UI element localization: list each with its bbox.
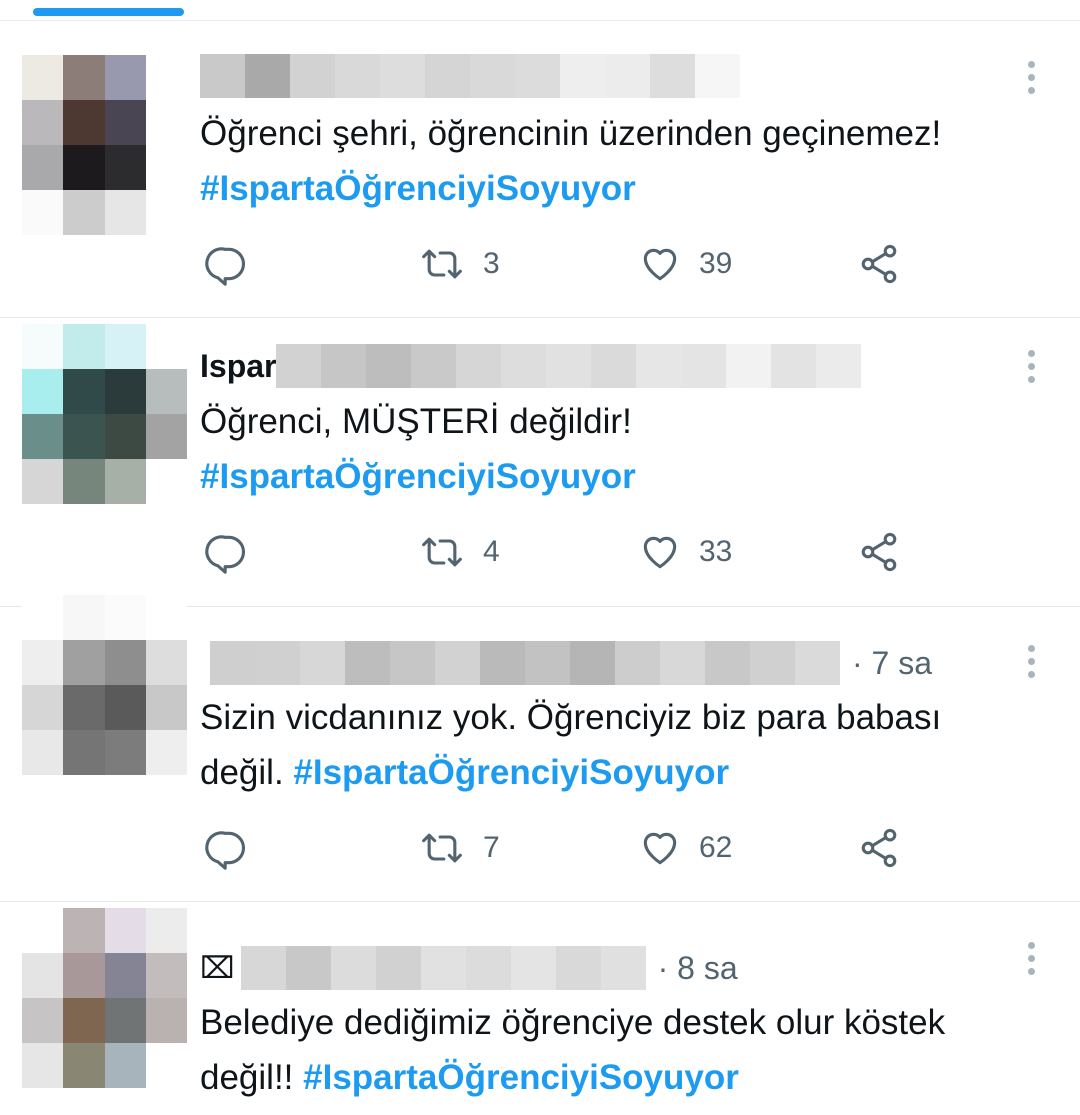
reply-icon <box>205 247 245 286</box>
share-button[interactable] <box>857 826 901 870</box>
display-name[interactable]: Ispar <box>200 346 276 386</box>
retweet-count: 3 <box>483 247 500 280</box>
redacted-username <box>240 946 646 990</box>
heart-icon <box>643 536 677 569</box>
tweet-header: ⌧ · 8 sa <box>200 944 738 992</box>
share-icon <box>861 244 897 284</box>
emoji-glyph: ⌧ <box>200 951 235 985</box>
tweet-actions: 4 33 <box>205 530 925 574</box>
hashtag-link[interactable]: #IspartaÖğrenciyiSoyuyor <box>293 753 729 792</box>
tab-bar <box>0 0 1080 21</box>
share-icon <box>861 828 897 868</box>
retweet-count: 4 <box>483 535 500 568</box>
avatar[interactable] <box>22 55 187 235</box>
heart-icon <box>643 248 677 281</box>
like-button[interactable]: 33 <box>637 530 732 574</box>
tweet-text: Öğrenci şehri, öğrencinin üzerinden geçi… <box>200 114 942 208</box>
tweet[interactable]: · 7 sa Sizin vicdanınız yok. Öğrenciyiz … <box>0 595 1080 902</box>
share-button[interactable] <box>857 530 901 574</box>
hashtag-link[interactable]: #IspartaÖğrenciyiSoyuyor <box>200 457 636 496</box>
tweet-text: Belediye dediğimiz öğrenciye destek olur… <box>200 1003 946 1097</box>
heart-icon <box>643 832 677 865</box>
retweet-button[interactable]: 4 <box>417 530 500 574</box>
timestamp[interactable]: · 7 sa <box>852 645 932 682</box>
like-count: 39 <box>699 247 733 280</box>
tweet-actions: 7 62 <box>205 826 925 870</box>
like-count: 33 <box>699 535 733 568</box>
retweet-icon <box>422 833 462 863</box>
tweet-header: Ispar <box>200 342 907 390</box>
retweet-count: 7 <box>483 831 500 864</box>
retweet-button[interactable]: 7 <box>417 826 500 870</box>
hashtag-link[interactable]: #IspartaÖğrenciyiSoyuyor <box>200 169 636 208</box>
tweet[interactable]: Öğrenci şehri, öğrencinin üzerinden geçi… <box>0 21 1080 318</box>
avatar[interactable] <box>22 324 187 504</box>
retweet-icon <box>422 537 462 567</box>
like-button[interactable]: 62 <box>637 826 732 870</box>
more-vertical-icon[interactable] <box>1028 61 1036 94</box>
more-vertical-icon[interactable] <box>1028 645 1036 678</box>
share-icon <box>861 532 897 572</box>
reply-button[interactable] <box>205 530 249 574</box>
hashtag-link[interactable]: #IspartaÖğrenciyiSoyuyor <box>303 1058 739 1097</box>
tweet[interactable]: Ispar Öğrenci, MÜŞTERİ değildir! #Ispart… <box>0 318 1080 607</box>
redacted-username <box>210 641 840 685</box>
more-vertical-icon[interactable] <box>1028 350 1036 383</box>
like-count: 62 <box>699 831 733 864</box>
like-button[interactable]: 39 <box>637 242 732 286</box>
share-button[interactable] <box>857 242 901 286</box>
tweet[interactable]: ⌧ · 8 sa Belediye dediğimiz öğrenciye de… <box>0 902 1080 1115</box>
active-tab-indicator <box>33 8 184 16</box>
reply-icon <box>205 831 245 870</box>
tweet-text: Öğrenci, MÜŞTERİ değildir! #IspartaÖğren… <box>200 402 636 496</box>
avatar[interactable] <box>22 908 187 1088</box>
reply-button[interactable] <box>205 242 249 286</box>
timestamp[interactable]: · 8 sa <box>658 950 738 987</box>
avatar[interactable] <box>22 595 187 775</box>
reply-icon <box>205 535 245 574</box>
redacted-username <box>276 344 907 388</box>
retweet-button[interactable]: 3 <box>417 242 500 286</box>
tweet-actions: 3 39 <box>205 242 925 286</box>
redacted-username <box>200 54 740 98</box>
more-vertical-icon[interactable] <box>1028 942 1036 975</box>
tweet-header: · 7 sa <box>200 639 932 687</box>
tweet-text: Sizin vicdanınız yok. Öğrenciyiz biz par… <box>200 698 942 792</box>
retweet-icon <box>422 249 462 279</box>
tweet-header <box>200 52 740 100</box>
reply-button[interactable] <box>205 826 249 870</box>
